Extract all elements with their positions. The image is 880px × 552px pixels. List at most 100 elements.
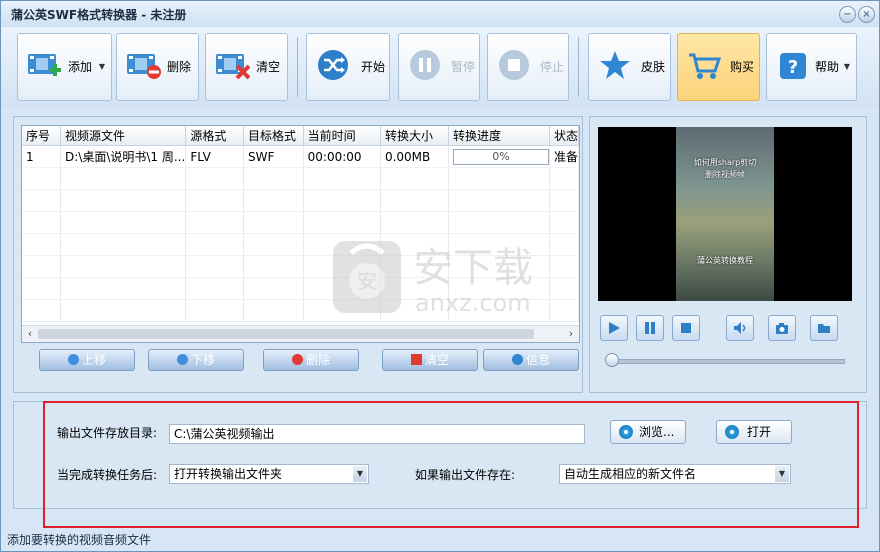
horizontal-scrollbar[interactable]: ‹ › [22, 325, 579, 342]
cell-status: 准备 [549, 145, 579, 168]
column-header-source-format[interactable]: 源格式 [185, 126, 244, 146]
move-up-button[interactable]: 上移 [39, 349, 135, 371]
table-header-row: 序号 视频源文件 源格式 目标格式 当前时间 转换大小 转换进度 状态 [22, 126, 579, 146]
star-icon [600, 51, 630, 79]
column-header-progress[interactable]: 转换进度 [448, 126, 550, 146]
toolbar-divider [578, 37, 579, 97]
buy-label: 购买 [730, 60, 755, 74]
film-remove-icon [127, 54, 161, 79]
pause-icon [410, 50, 440, 80]
app-window: 蒲公英SWF格式转换器 - 未注册 − × 添加 ▼ 删除 清空 开始 暂停 停… [0, 0, 880, 552]
pause-label: 暂停 [451, 60, 476, 74]
video-frame: 如何用sharp剪切 删除视频帧 蒲公英转换教程 [676, 127, 774, 301]
table-row [22, 189, 579, 212]
preview-text-line2: 删除视频帧 [705, 170, 745, 179]
open-folder-button[interactable] [810, 315, 838, 341]
start-label: 开始 [361, 60, 386, 74]
stop-label: 停止 [540, 60, 565, 74]
column-header-target-format[interactable]: 目标格式 [243, 126, 304, 146]
info-button[interactable]: 信息 [483, 349, 579, 371]
delete-button[interactable]: 删除 [116, 33, 199, 101]
skin-label: 皮肤 [641, 60, 666, 74]
buy-button[interactable]: 购买 [677, 33, 760, 101]
list-delete-label: 删除 [305, 353, 330, 367]
cell-source-file: D:\桌面\说明书\1 周... [60, 145, 187, 168]
info-icon [511, 354, 523, 365]
cell-index: 1 [22, 145, 61, 168]
seek-slider-knob[interactable] [605, 353, 619, 367]
pause-icon [645, 322, 655, 334]
play-icon [609, 322, 620, 334]
pause-button[interactable]: 暂停 [398, 33, 480, 101]
column-header-source-file[interactable]: 视频源文件 [60, 126, 187, 146]
scrollbar-thumb[interactable] [38, 329, 534, 339]
progress-bar: 0% [452, 148, 549, 165]
column-header-size[interactable]: 转换大小 [380, 126, 449, 146]
seek-slider[interactable] [607, 359, 845, 364]
move-up-label: 上移 [81, 353, 106, 367]
info-label: 信息 [525, 353, 550, 367]
svg-text:?: ? [788, 57, 798, 78]
highlight-box [43, 401, 859, 528]
scroll-right-icon[interactable]: › [563, 326, 579, 342]
status-text: 添加要转换的视频音频文件 [7, 533, 152, 547]
cell-current-time: 00:00:00 [303, 145, 381, 168]
clear-button[interactable]: 清空 [205, 33, 288, 101]
film-add-icon [28, 54, 61, 76]
arrow-down-icon [176, 354, 188, 365]
add-button[interactable]: 添加 ▼ [17, 33, 112, 101]
column-header-index[interactable]: 序号 [22, 126, 61, 146]
watermark-domain: anxz.com [415, 289, 531, 317]
list-delete-button[interactable]: 删除 [263, 349, 359, 371]
chevron-down-icon[interactable]: ▼ [99, 62, 105, 71]
play-button[interactable] [600, 315, 628, 341]
help-label: 帮助 [815, 60, 840, 74]
svg-text:安: 安 [357, 269, 377, 293]
video-preview: 如何用sharp剪切 删除视频帧 蒲公英转换教程 [598, 127, 852, 301]
stop-preview-button[interactable] [672, 315, 700, 341]
remove-icon [291, 354, 303, 365]
preview-caption: 蒲公英转换教程 [697, 256, 753, 265]
title-bar: 蒲公英SWF格式转换器 - 未注册 − × [1, 1, 879, 27]
shuffle-icon [318, 50, 348, 80]
delete-label: 删除 [167, 60, 192, 74]
list-clear-label: 清空 [424, 353, 449, 367]
watermark-logo: 安 安下载 anxz.com [333, 241, 533, 317]
shopping-cart-icon [689, 53, 722, 79]
stop-icon [681, 323, 691, 333]
start-button[interactable]: 开始 [306, 33, 390, 101]
window-title: 蒲公英SWF格式转换器 - 未注册 [11, 8, 187, 22]
table-row[interactable]: 1 D:\桌面\说明书\1 周... FLV SWF 00:00:00 0.00… [22, 145, 579, 168]
scroll-left-icon[interactable]: ‹ [22, 326, 38, 342]
minimize-icon[interactable]: − [839, 6, 856, 23]
table-row [22, 167, 579, 190]
move-down-button[interactable]: 下移 [148, 349, 244, 371]
cell-source-format: FLV [185, 145, 244, 168]
skin-button[interactable]: 皮肤 [588, 33, 671, 101]
cell-progress: 0% [448, 145, 550, 168]
close-icon[interactable]: × [858, 6, 875, 23]
camera-icon [776, 323, 788, 334]
list-clear-button[interactable]: 清空 [382, 349, 478, 371]
stop-icon [499, 50, 529, 80]
folder-icon [818, 324, 830, 333]
column-header-current-time[interactable]: 当前时间 [303, 126, 381, 146]
status-bar: 添加要转换的视频音频文件 [1, 529, 879, 551]
watermark-name: 安下载 [413, 245, 533, 291]
film-clear-icon [216, 54, 250, 80]
stop-button[interactable]: 停止 [487, 33, 569, 101]
table-row [22, 211, 579, 234]
arrow-up-icon [67, 354, 79, 365]
column-header-status[interactable]: 状态 [549, 126, 579, 146]
volume-button[interactable] [726, 315, 754, 341]
pause-preview-button[interactable] [636, 315, 664, 341]
help-icon: ? [780, 53, 806, 79]
volume-icon [734, 322, 746, 334]
move-down-label: 下移 [190, 353, 215, 367]
cell-size: 0.00MB [380, 145, 449, 168]
help-button[interactable]: ? 帮助 ▼ [766, 33, 857, 101]
chevron-down-icon[interactable]: ▼ [844, 62, 850, 71]
clear-label: 清空 [256, 60, 281, 74]
snapshot-button[interactable] [768, 315, 796, 341]
cell-target-format: SWF [243, 145, 304, 168]
